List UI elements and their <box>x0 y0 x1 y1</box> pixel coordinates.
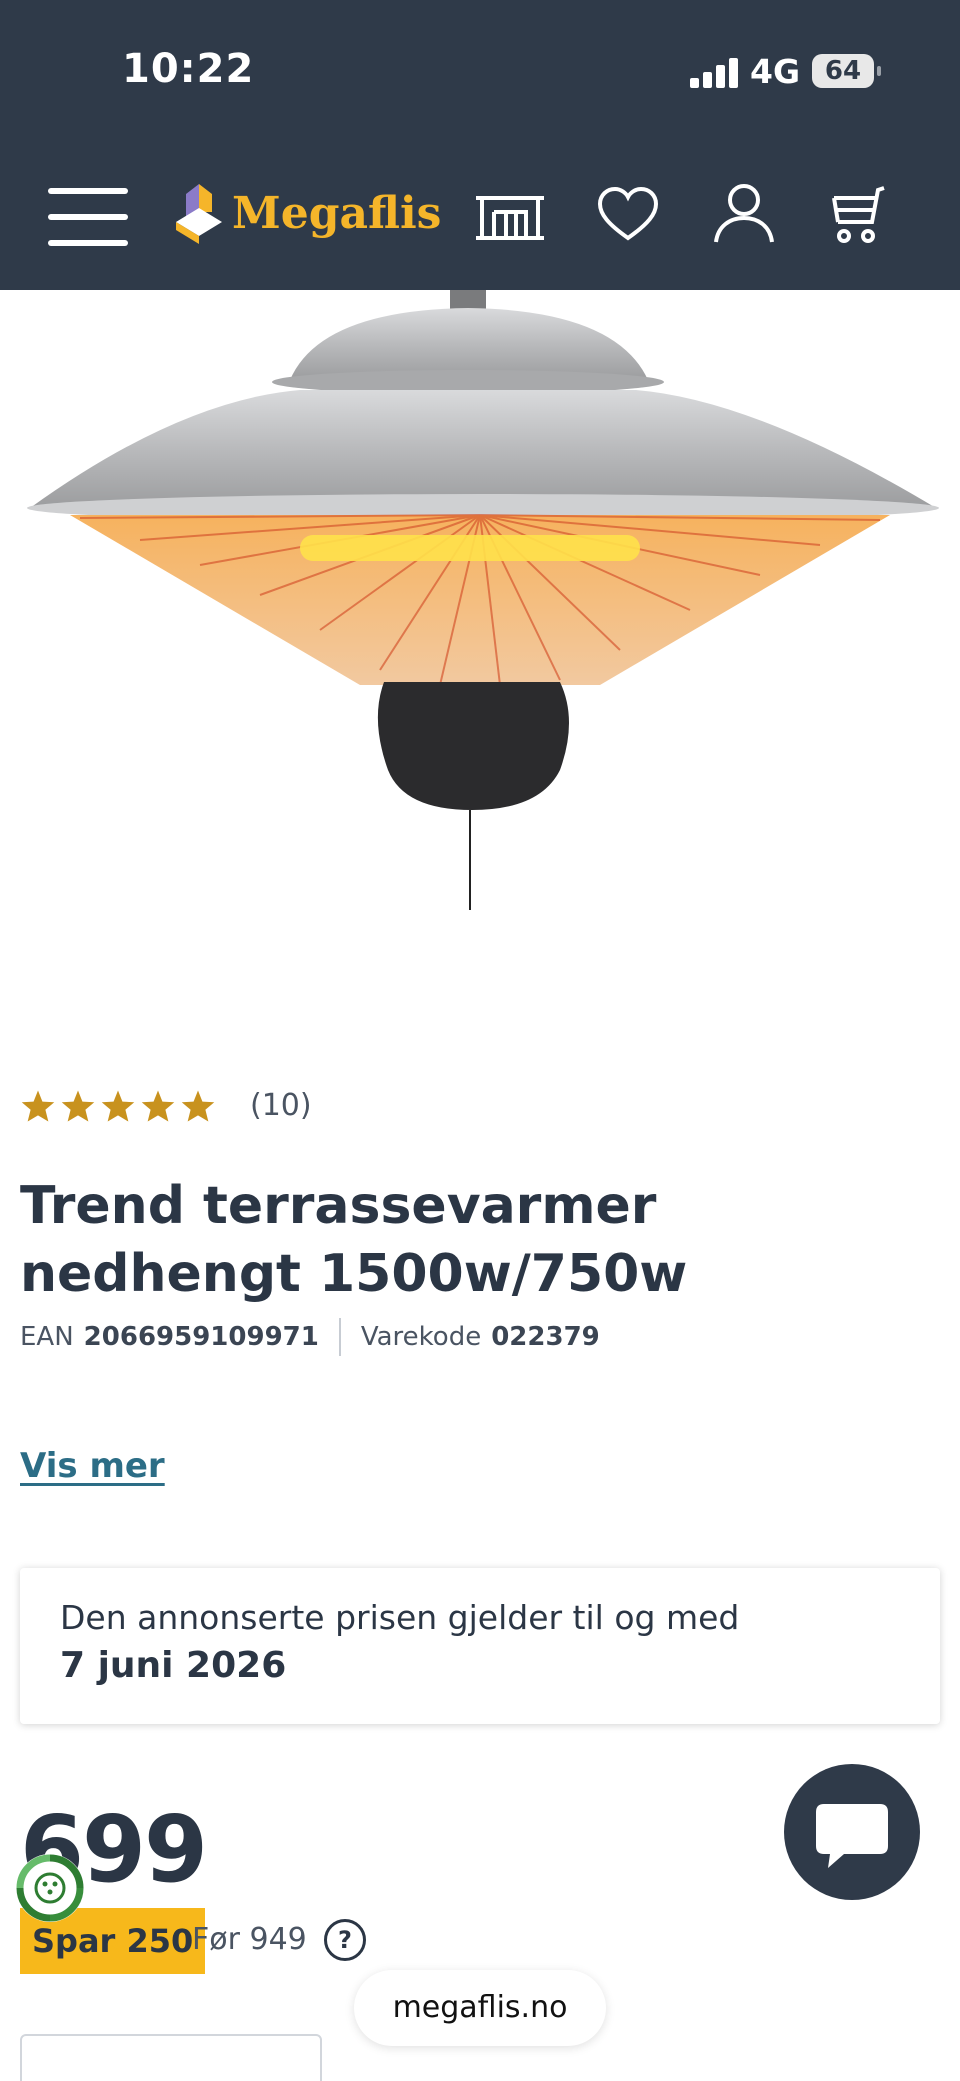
before-price: Før 949 <box>192 1922 307 1957</box>
price-notice-date: 7 juni 2026 <box>60 1645 287 1686</box>
quantity-stepper[interactable] <box>20 2034 322 2081</box>
battery-icon: 64 <box>812 54 881 88</box>
star-icon <box>181 1089 215 1122</box>
chat-button[interactable] <box>784 1764 920 1900</box>
logo-mark-icon <box>176 184 222 244</box>
sku-label: Varekode <box>360 1322 482 1352</box>
status-bar: 10:22 4G 64 <box>0 0 960 140</box>
browser-url-bar[interactable]: megaflis.no <box>354 1970 606 2046</box>
signal-icon <box>690 58 738 88</box>
eco-badge-icon[interactable] <box>14 1852 86 1924</box>
star-icon <box>141 1089 175 1122</box>
product-codes: EAN 2066959109971 Varekode 022379 <box>20 1318 600 1356</box>
product-title: Trend terrassevarmer nedhengt 1500w/750w <box>20 1176 688 1304</box>
help-icon[interactable]: ? <box>324 1919 366 1961</box>
ean-label: EAN <box>20 1322 74 1352</box>
star-icon <box>21 1089 55 1122</box>
network-type: 4G <box>750 52 801 91</box>
ean-value: 2066959109971 <box>83 1322 319 1352</box>
heater-illustration <box>0 290 960 970</box>
rating-count: (10) <box>250 1088 312 1123</box>
cart-icon[interactable] <box>824 182 900 246</box>
chat-bubble-icon <box>816 1804 888 1868</box>
price-notice-box: Den annonserte prisen gjelder til og med… <box>20 1568 940 1724</box>
price-notice-text: Den annonserte prisen gjelder til og med <box>60 1598 740 1637</box>
status-time: 10:22 <box>122 46 255 92</box>
divider <box>338 1318 341 1356</box>
showroom-icon[interactable] <box>472 182 548 246</box>
heart-icon[interactable] <box>590 182 666 246</box>
star-icon <box>61 1089 95 1122</box>
show-more-link[interactable]: Vis mer <box>20 1446 165 1486</box>
menu-icon[interactable] <box>48 188 128 246</box>
star-rating <box>20 1089 216 1123</box>
star-icon <box>101 1089 135 1122</box>
sku-value: 022379 <box>491 1322 600 1352</box>
site-header: Megaflis <box>0 140 960 290</box>
product-rating[interactable]: (10) <box>20 1088 312 1123</box>
user-icon[interactable] <box>706 182 782 246</box>
brand-name: Megaflis <box>232 188 442 239</box>
product-image[interactable] <box>0 290 960 970</box>
